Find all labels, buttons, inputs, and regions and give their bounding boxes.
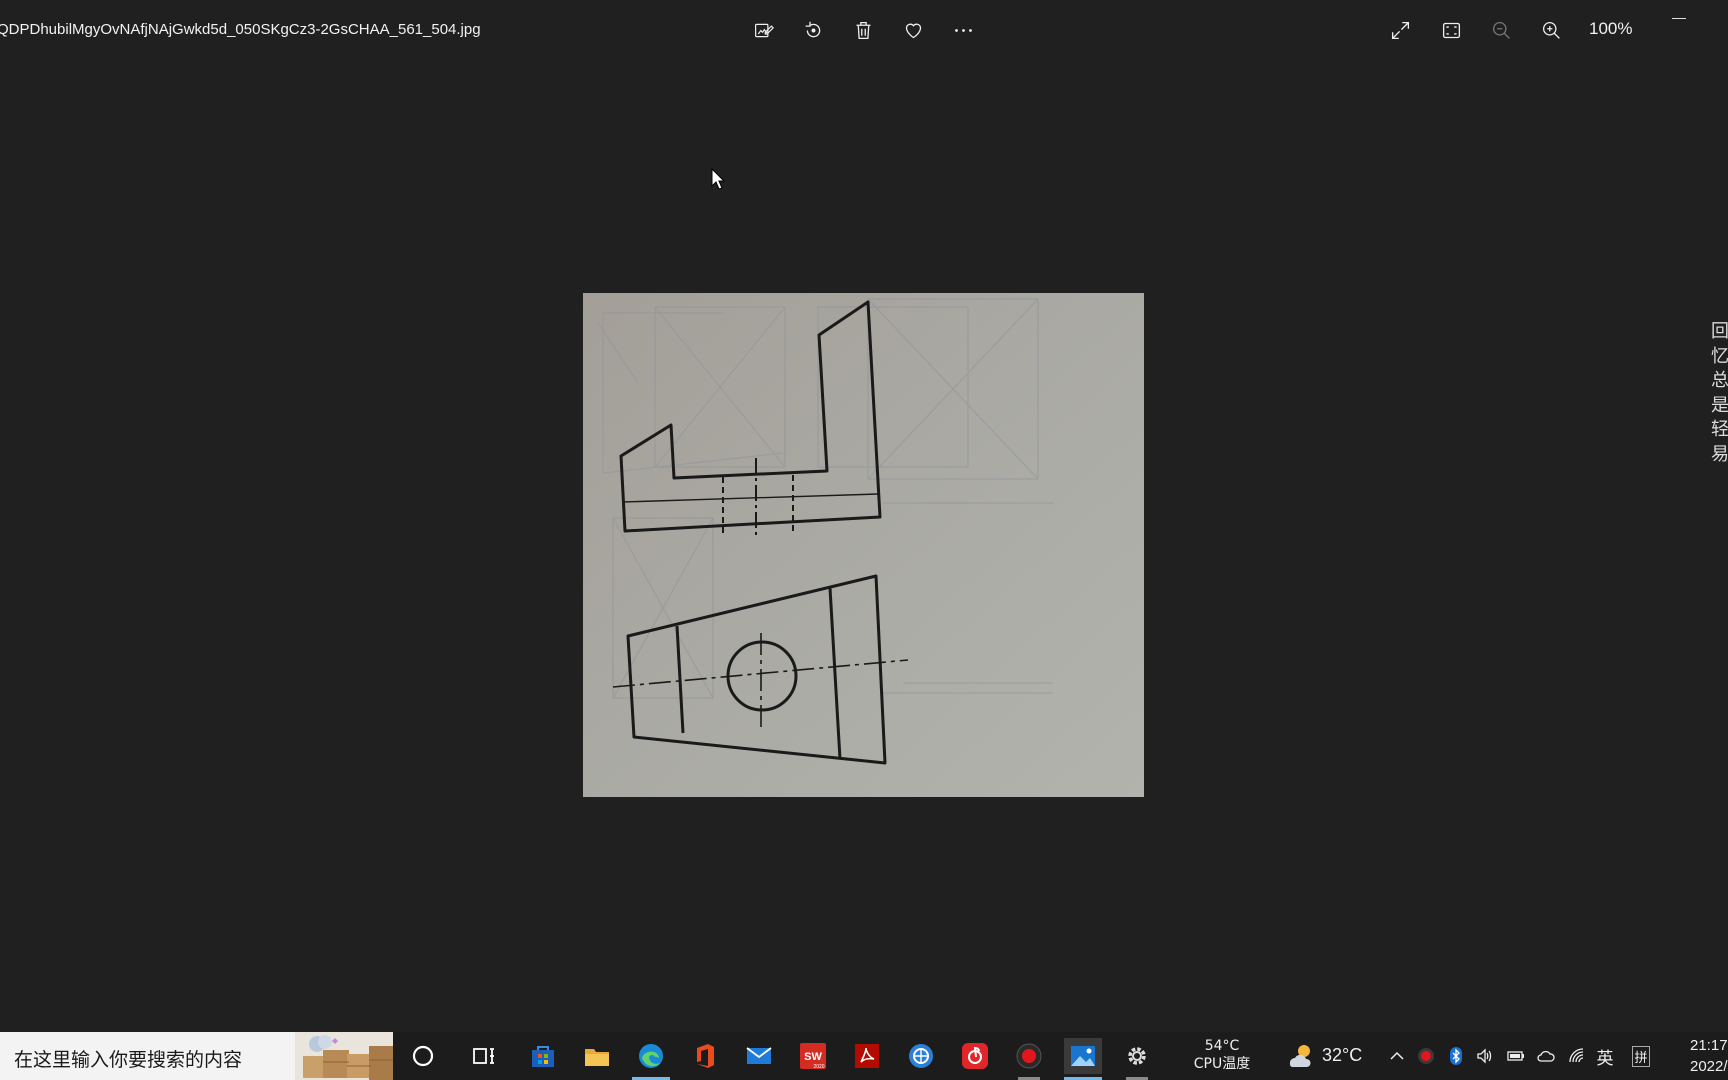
clock-date: 2022/7/ xyxy=(1690,1058,1728,1075)
fit-window-button[interactable] xyxy=(1436,15,1466,45)
edit-image-icon xyxy=(754,23,774,37)
delete-button[interactable] xyxy=(848,15,878,45)
cpu-temperature-widget[interactable]: 54°C CPU温度 xyxy=(1182,1037,1262,1073)
photos-icon xyxy=(1071,1046,1095,1066)
clock-time: 21:17 xyxy=(1690,1037,1728,1054)
cpu-temp-label: CPU温度 xyxy=(1193,1056,1251,1072)
tray-wifi[interactable] xyxy=(1566,1045,1588,1067)
taskbar-settings[interactable] xyxy=(1118,1038,1156,1080)
taskbar-app-store[interactable] xyxy=(524,1038,562,1074)
wifi-icon xyxy=(1569,1048,1584,1063)
ime-mode[interactable]: 拼 xyxy=(1630,1045,1652,1067)
taskbar-photos[interactable] xyxy=(1064,1038,1102,1080)
tray-overflow-button[interactable] xyxy=(1386,1045,1408,1067)
desktop-lyrics-text: 回忆总是轻易 xyxy=(1711,321,1728,465)
taskbar-edge[interactable] xyxy=(632,1038,670,1080)
mouse-cursor-icon xyxy=(711,168,725,190)
file-name: QDPDhubilMgyOvNAfjNAjGwkd5d_050SKgCz3-2G… xyxy=(0,21,481,38)
ime-mode-label: 拼 xyxy=(1632,1045,1650,1067)
record-icon xyxy=(1418,1048,1434,1064)
search-placeholder[interactable]: 在这里输入你要搜索的内容 xyxy=(14,1045,242,1072)
bluetooth-icon xyxy=(1450,1047,1462,1065)
zoom-in-button[interactable] xyxy=(1536,15,1566,45)
task-view-icon xyxy=(473,1048,494,1064)
more-icon xyxy=(954,28,972,32)
zoom-in-icon xyxy=(1542,21,1560,39)
more-button[interactable] xyxy=(948,15,978,45)
tray-recorder[interactable] xyxy=(1415,1045,1437,1067)
technical-drawing xyxy=(583,293,1144,797)
cortana-icon xyxy=(412,1045,434,1067)
fullscreen-button[interactable] xyxy=(1385,15,1415,45)
taskbar-mail[interactable] xyxy=(740,1038,778,1074)
fullscreen-icon xyxy=(1391,21,1409,39)
cloud-icon xyxy=(1537,1050,1555,1062)
rotate-icon xyxy=(805,21,820,37)
weather-temp: 32°C xyxy=(1322,1044,1363,1065)
tray-volume[interactable] xyxy=(1474,1045,1496,1067)
taskbar-netease-music[interactable] xyxy=(956,1038,994,1074)
taskbar-file-explorer[interactable] xyxy=(578,1038,616,1074)
svg-text:SW: SW xyxy=(804,1051,822,1063)
partly-sunny-icon xyxy=(1289,1045,1311,1067)
network-app-icon xyxy=(909,1044,933,1068)
cortana-button[interactable] xyxy=(404,1038,442,1074)
minimize-button[interactable] xyxy=(1672,18,1686,19)
edge-icon xyxy=(639,1044,663,1068)
cpu-temp-value: 54°C xyxy=(1204,1038,1240,1054)
taskbar-network-app[interactable] xyxy=(902,1038,940,1074)
speaker-icon xyxy=(1477,1048,1492,1064)
battery-icon xyxy=(1507,1051,1524,1061)
taskbar-search-box[interactable]: 在这里输入你要搜索的内容 xyxy=(0,1032,393,1080)
search-highlight-illustration xyxy=(295,1032,393,1080)
folder-icon xyxy=(585,1049,609,1066)
taskbar-clock[interactable]: 21:17 2022/7/ xyxy=(1690,1035,1728,1077)
taskbar-solidworks[interactable]: SW 2020 xyxy=(794,1038,832,1074)
zoom-level[interactable]: 100% xyxy=(1589,19,1632,39)
tray-bluetooth[interactable] xyxy=(1445,1045,1467,1067)
displayed-image xyxy=(583,293,1144,797)
title-bar: QDPDhubilMgyOvNAfjNAjGwkd5d_050SKgCz3-2G… xyxy=(0,0,1728,60)
record-icon xyxy=(1016,1043,1042,1069)
solidworks-icon: SW 2020 xyxy=(800,1043,826,1070)
svg-text:2020: 2020 xyxy=(813,1064,824,1070)
chevron-up-icon xyxy=(1390,1051,1404,1060)
ime-language[interactable]: 英 xyxy=(1594,1045,1616,1069)
taskbar-acrobat[interactable] xyxy=(848,1038,886,1074)
zoom-out-button[interactable] xyxy=(1486,15,1516,45)
rotate-button[interactable] xyxy=(798,15,828,45)
fit-window-icon xyxy=(1442,22,1460,38)
netease-music-icon xyxy=(962,1043,988,1069)
favorite-button[interactable] xyxy=(898,15,928,45)
mail-icon xyxy=(746,1047,772,1064)
tray-battery[interactable] xyxy=(1505,1045,1527,1067)
delete-icon xyxy=(856,21,870,39)
favorite-icon xyxy=(905,23,921,38)
office-icon xyxy=(697,1044,714,1068)
edit-image-button[interactable] xyxy=(748,15,778,45)
taskbar-office[interactable] xyxy=(686,1038,724,1074)
microsoft-store-icon xyxy=(532,1046,554,1067)
task-view-button[interactable] xyxy=(465,1038,503,1074)
taskbar: 在这里输入你要搜索的内容 SW 2020 54°C CPU温度 32°C 英 拼… xyxy=(0,1032,1728,1080)
gear-icon xyxy=(1128,1047,1146,1065)
tray-onedrive[interactable] xyxy=(1535,1045,1557,1067)
taskbar-recorder[interactable] xyxy=(1010,1038,1048,1080)
zoom-out-icon xyxy=(1492,21,1510,39)
weather-widget[interactable]: 32°C xyxy=(1286,1042,1362,1068)
acrobat-icon xyxy=(855,1044,879,1068)
